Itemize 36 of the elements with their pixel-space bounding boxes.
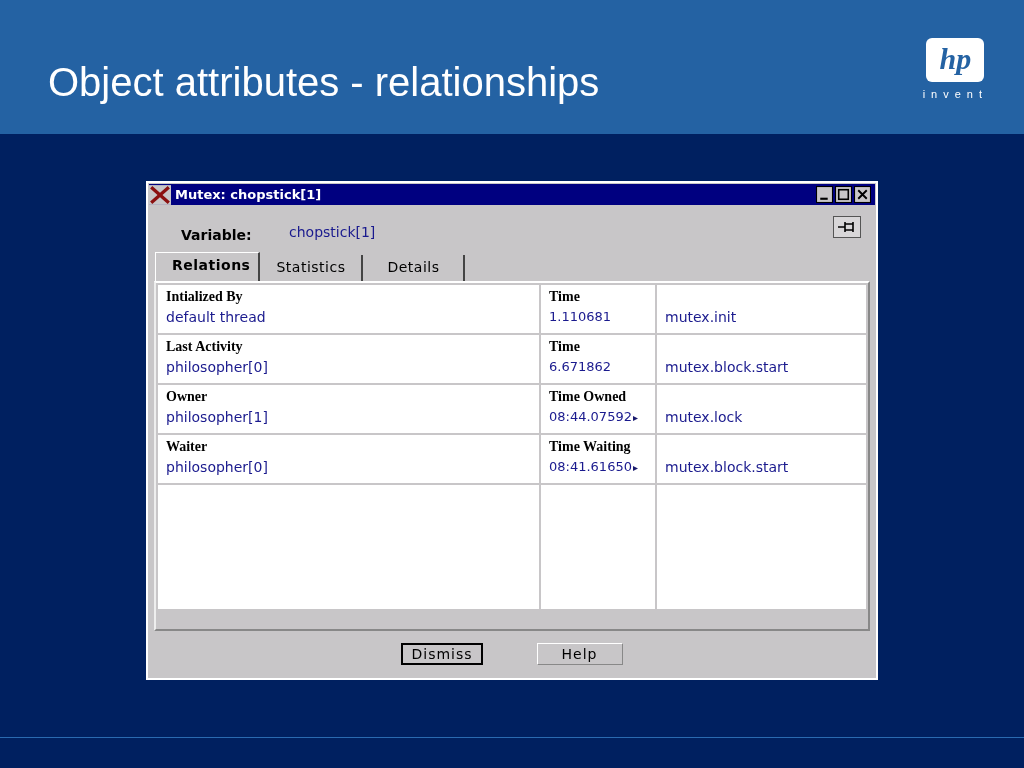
time-value: 1.110681: [549, 309, 612, 324]
logo-tagline: invent: [922, 88, 988, 100]
field-value: philosopher[0]: [166, 359, 269, 375]
dialog-button[interactable]: Help: [536, 643, 623, 665]
time-label: Time: [549, 339, 581, 356]
window-title: Mutex: chopstick[1]: [175, 187, 323, 202]
time-value: 08:44.07592: [549, 409, 632, 424]
event-name: mutex.block.start: [665, 459, 790, 475]
maximize-button[interactable]: [835, 186, 852, 203]
event-name: mutex.block.start: [665, 359, 790, 375]
time-label: Time Owned: [549, 389, 628, 406]
dialog-button[interactable]: Dismiss: [401, 643, 483, 665]
field-label: Intialized By: [166, 289, 244, 306]
slide-title: Object attributes - relationships: [48, 60, 600, 105]
tab[interactable]: Details: [363, 255, 466, 281]
time-label: Time: [549, 289, 581, 306]
tab[interactable]: Statistics: [260, 255, 364, 281]
time-label: Time Waiting: [549, 439, 632, 456]
field-label: Owner: [166, 389, 209, 406]
x-icon: [149, 184, 171, 205]
variable-label: Variable:: [181, 227, 253, 243]
close-button[interactable]: [854, 186, 871, 203]
minimize-button[interactable]: [816, 186, 833, 203]
time-value: 08:41.61650: [549, 459, 632, 474]
logo-mark: hp: [926, 38, 985, 82]
field-label: Waiter: [166, 439, 209, 456]
field-value: default thread: [166, 309, 267, 325]
field-label: Last Activity: [166, 339, 244, 356]
variable-value: chopstick[1]: [289, 224, 377, 240]
time-value: 6.671862: [549, 359, 612, 374]
event-name: mutex.init: [665, 309, 738, 325]
event-name: mutex.lock: [665, 409, 744, 425]
tab[interactable]: Relations: [155, 252, 261, 281]
field-value: philosopher[0]: [166, 459, 269, 475]
field-value: philosopher[1]: [166, 409, 269, 425]
pin-button[interactable]: [833, 216, 861, 238]
